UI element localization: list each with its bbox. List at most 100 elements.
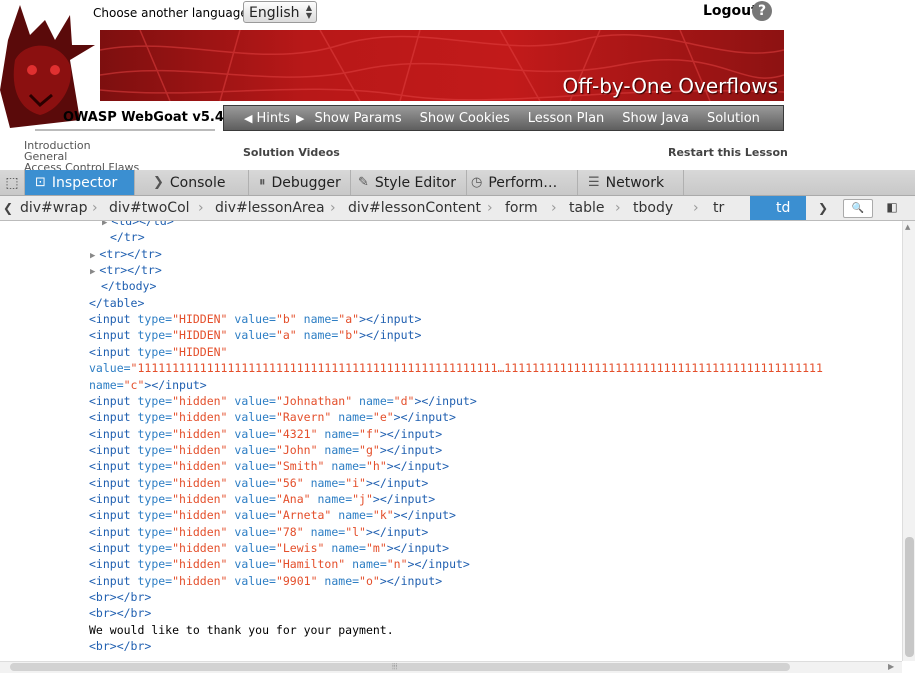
markup-line[interactable]: <input type="hidden" value="Smith" name=… [89,458,449,474]
breadcrumb-item[interactable]: div#wrap [20,196,87,220]
markup-token: "e" [372,410,394,425]
tab-inspector[interactable]: ⊡ Inspector [25,170,135,195]
markup-line[interactable]: ▶ <td></td> [102,221,174,229]
markup-line[interactable]: <input type="HIDDEN" value="a" name="b">… [89,327,421,343]
tab-network[interactable]: ☰ Network [578,170,684,195]
expand-twisty-icon[interactable]: ▶ [90,267,95,277]
markup-line[interactable]: <input type="hidden" value="Lewis" name=… [89,540,449,556]
markup-token: "hidden" [172,475,235,490]
expand-twisty-icon[interactable]: ▶ [102,221,107,228]
markup-line[interactable]: <input type="hidden" value="Arneta" name… [89,507,456,523]
breadcrumb-separator-icon: › [693,200,699,216]
markup-line[interactable]: </tr> [110,229,145,245]
sidebar-toggle-icon[interactable]: ◧ [884,200,900,214]
breadcrumb-item[interactable]: div#twoCol [109,196,190,220]
markup-line[interactable]: ▶ <tr></tr> [90,262,162,278]
markup-line[interactable]: ▶ <tr></tr> [90,246,162,262]
lesson-navbar: ◀ Hints ▶ Show Params Show Cookies Lesso… [223,105,784,131]
logout-link[interactable]: Logout [703,3,758,19]
tab-label: Debugger [271,174,341,191]
markup-line[interactable]: <br></br> [89,589,151,605]
markup-line[interactable]: </tbody> [101,278,156,294]
markup-line[interactable]: <input type="HIDDEN" value="b" name="a">… [89,311,421,327]
markup-token: type= [137,573,173,588]
markup-line[interactable]: <br></br> [89,605,151,621]
breadcrumb-item[interactable]: div#lessonArea [215,196,325,220]
language-select[interactable]: English ▲ ▼ [243,1,317,23]
tab-console[interactable]: ❯ Console [143,170,249,195]
markup-token: value= [89,361,131,376]
horizontal-scrollbar[interactable]: ⦙⦙⦙ ▶ [0,661,902,673]
markup-token: "111111111111111111111111111111111111111… [130,361,823,376]
hint-next-icon[interactable]: ▶ [296,112,304,125]
markup-line[interactable]: <input type="hidden" value="Ravern" name… [89,409,456,425]
select-arrows-icon: ▲ ▼ [305,3,312,20]
breadcrumb-item[interactable]: tbody [633,196,673,220]
menu-item-access-control[interactable]: Access Control Flaws [24,162,139,170]
markup-line[interactable]: value="111111111111111111111111111111111… [89,360,823,376]
show-java-button[interactable]: Show Java [622,111,689,126]
markup-token: value= [234,426,276,441]
tab-debugger[interactable]: ⏸ Debugger [249,170,351,195]
markup-line[interactable]: <input type="hidden" value="John" name="… [89,442,442,458]
breadcrumb-scroll-left-icon[interactable]: ❮ [3,196,13,220]
solution-button[interactable]: Solution [707,111,760,126]
markup-line[interactable]: name="c"></input> [89,377,207,393]
markup-line[interactable]: <input type="hidden" value="Ana" name="j… [89,491,435,507]
network-icon: ☰ [588,175,600,190]
markup-line[interactable]: <input type="hidden" value="Hamilton" na… [89,556,470,572]
markup-line[interactable]: <input type="hidden" value="56" name="i"… [89,475,428,491]
breadcrumb-item[interactable]: div#lessonContent [348,196,481,220]
vertical-scrollbar-thumb[interactable] [905,537,914,657]
show-cookies-button[interactable]: Show Cookies [420,111,510,126]
markup-line[interactable]: <input type="hidden" value="9901" name="… [89,573,442,589]
markup-search-icon[interactable]: 🔍 [843,199,873,218]
restart-lesson-link[interactable]: Restart this Lesson [668,146,788,159]
scroll-up-icon[interactable]: ▲ [905,223,910,231]
markup-token: "hidden" [172,459,235,474]
markup-token: "Ana" [275,491,318,506]
markup-line[interactable]: <input type="hidden" value="Johnathan" n… [89,393,477,409]
markup-line[interactable]: We would like to thank you for your paym… [89,622,394,638]
tab-performance[interactable]: ◷ Perform… [467,170,578,195]
breadcrumb-item[interactable]: form [505,196,538,220]
markup-token: <input [89,557,138,572]
vertical-scrollbar[interactable]: ▲ [902,221,915,661]
tab-label: Perform… [488,174,558,191]
markup-line[interactable]: <input type="HIDDEN" [89,344,227,360]
markup-token: ></input> [379,573,443,588]
breadcrumb-item[interactable]: tr [713,196,724,220]
hint-prev-icon[interactable]: ◀ [244,112,252,125]
markup-line[interactable]: <br></br> [89,638,151,654]
markup-token: ></input> [379,442,443,457]
markup-token: <tr> [99,246,128,261]
markup-token: "j" [352,491,373,506]
markup-token: "k" [372,508,394,523]
lesson-plan-button[interactable]: Lesson Plan [528,111,605,126]
horizontal-scrollbar-thumb[interactable] [10,663,790,671]
markup-token: "Arneta" [275,508,339,523]
performance-icon: ◷ [471,175,483,190]
help-icon[interactable]: ? [752,1,772,21]
breadcrumb-scroll-right-icon[interactable]: ❯ [818,196,828,220]
hints-button[interactable]: Hints [256,111,290,126]
solution-videos-link[interactable]: Solution Videos [243,146,340,159]
markup-token: <br> [89,590,117,605]
markup-line[interactable]: <input type="hidden" value="4321" name="… [89,426,442,442]
breadcrumb-item-selected[interactable]: td [750,196,806,220]
tab-style-editor[interactable]: ✎ Style Editor [351,170,467,195]
expand-twisty-icon[interactable]: ▶ [90,251,95,261]
show-params-button[interactable]: Show Params [314,111,401,126]
markup-token: value= [234,393,276,408]
markup-line[interactable]: </table> [89,295,144,311]
breadcrumb-item[interactable]: table [569,196,604,220]
markup-token: ></input> [407,557,470,572]
webgoat-page: Choose another language: English ▲ ▼ Logo… [0,0,915,170]
element-picker-icon[interactable]: ⬚ [0,170,25,195]
markup-line[interactable]: <input type="hidden" value="78" name="l"… [89,524,428,540]
markup-token: "Johnathan" [275,393,360,408]
markup-view[interactable]: ▶ <td></td> </tr> ▶ <tr></tr> ▶ <tr></tr> </tbo… [0,221,902,661]
scroll-right-icon[interactable]: ▶ [888,662,894,671]
markup-token: name= [303,312,339,327]
markup-token: "hidden" [172,393,235,408]
